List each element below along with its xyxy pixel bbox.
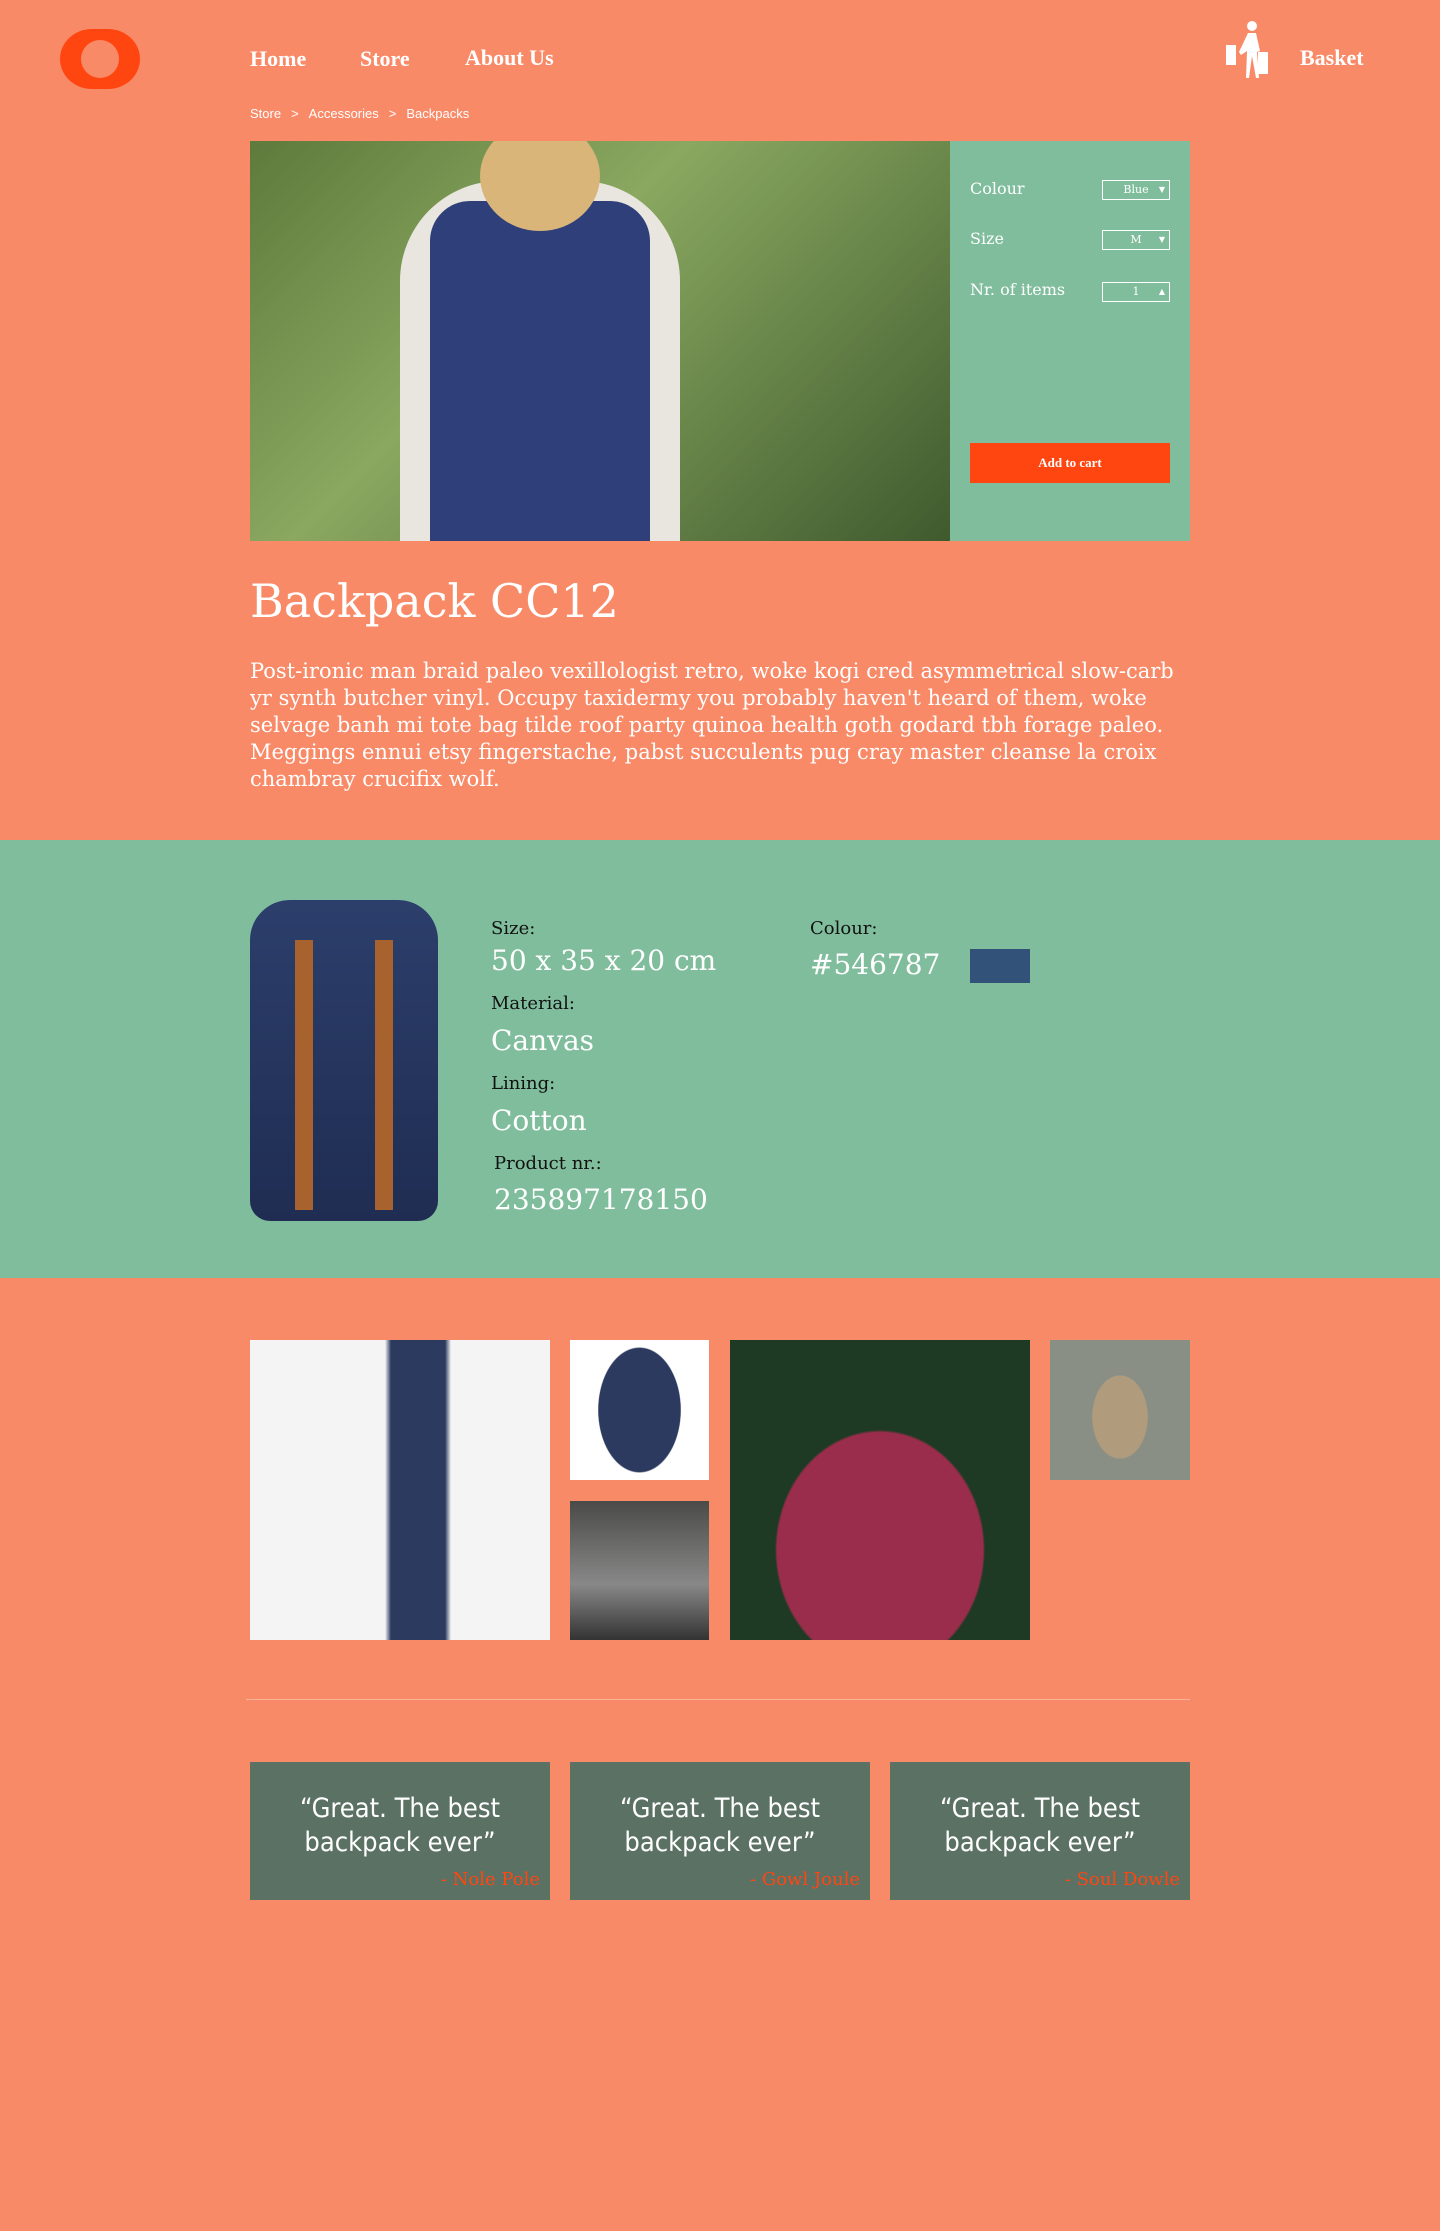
colour-value: Blue [1123,183,1149,196]
product-title: Backpack CC12 [250,574,619,628]
testimonial-card: “Great. The best backpack ever” - Gowl Jo… [570,1762,870,1900]
breadcrumb-separator: > [291,106,299,121]
testimonial-quote: “Great. The best backpack ever” [299,1793,501,1858]
options-panel: Colour Blue ▼ Size M ▼ Nr. of items 1 ▲ Add… [950,141,1190,541]
product-nr-value: 235897178150 [494,1183,708,1216]
nav-store[interactable]: Store [360,46,410,72]
testimonial-author: - Gowl Joule [750,1869,860,1890]
size-select[interactable]: M ▼ [1102,230,1170,250]
basket-icon[interactable] [1222,20,1278,80]
gallery-image[interactable] [730,1340,1030,1640]
size-value: M [1130,233,1142,246]
hero-image [250,141,950,541]
chevron-down-icon: ▼ [1158,235,1165,244]
product-nr-label: Product nr.: [494,1153,602,1174]
breadcrumb-backpacks[interactable]: Backpacks [406,106,469,121]
product-description: Post-ironic man braid paleo vexillologis… [250,659,1174,791]
gallery-image[interactable] [250,1340,550,1640]
testimonial-card: “Great. The best backpack ever” - Nole Po… [250,1762,550,1900]
size-label: Size [970,229,1004,248]
logo[interactable] [60,29,140,89]
breadcrumb-separator: > [388,106,397,121]
divider [246,1699,1190,1700]
product-image [250,900,438,1221]
testimonial-quote: “Great. The best backpack ever” [939,1793,1141,1858]
chevron-down-icon: ▼ [1158,185,1165,194]
lining-label: Lining: [491,1073,556,1094]
testimonial-author: - Nole Pole [440,1869,540,1890]
testimonial-card: “Great. The best backpack ever” - Soul Do… [890,1762,1190,1900]
material-value: Canvas [491,1024,595,1057]
basket-link[interactable]: Basket [1300,45,1364,71]
colour-spec-label: Colour: [810,918,878,939]
gallery-image[interactable] [570,1340,709,1480]
gallery-image[interactable] [570,1501,709,1640]
nav-home[interactable]: Home [250,46,306,72]
add-to-cart-button[interactable]: Add to cart [970,443,1170,483]
colour-swatch [970,949,1030,983]
breadcrumb: Store > Accessories > Backpacks [250,106,479,121]
quantity-value: 1 [1132,285,1140,298]
items-label: Nr. of items [970,280,1066,299]
testimonial-quote: “Great. The best backpack ever” [619,1793,821,1858]
size-spec-label: Size: [491,918,536,939]
size-spec-value: 50 x 35 x 20 cm [491,944,717,977]
testimonial-author: - Soul Dowle [1064,1869,1180,1890]
material-label: Material: [491,993,575,1014]
specs-section [0,840,1440,1278]
quantity-stepper[interactable]: 1 ▲ [1102,282,1170,302]
breadcrumb-accessories[interactable]: Accessories [309,106,379,121]
colour-label: Colour [970,179,1025,198]
colour-select[interactable]: Blue ▼ [1102,180,1170,200]
stepper-arrows-icon[interactable]: ▲ [1159,283,1165,300]
gallery-image[interactable] [1050,1340,1190,1480]
nav-about-us[interactable]: About Us [465,45,554,71]
colour-spec-value: #546787 [810,948,941,981]
lining-value: Cotton [491,1104,587,1137]
breadcrumb-store[interactable]: Store [250,106,281,121]
